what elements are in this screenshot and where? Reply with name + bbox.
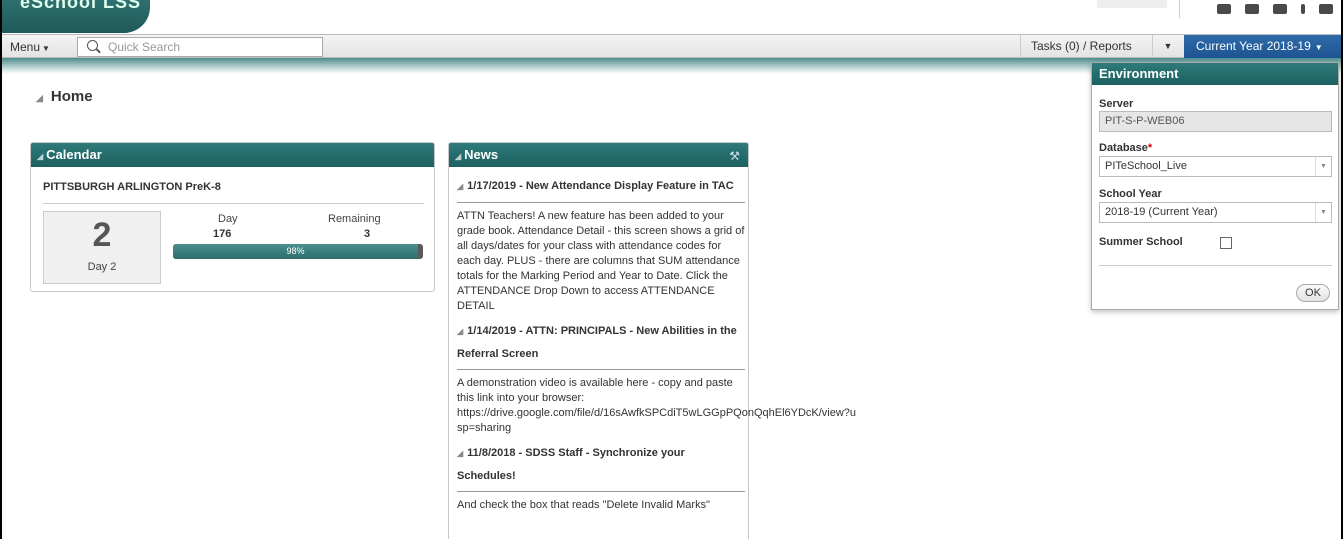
calendar-widget: ◢ Calendar PITTSBURGH ARLINGTON PreK-8 2 … — [30, 142, 435, 292]
collapse-icon: ◢ — [37, 152, 44, 161]
year-selector-button[interactable]: Current Year 2018-19 ▼ — [1184, 35, 1341, 58]
dropdown-arrow-icon: ▼ — [1315, 203, 1331, 222]
remaining-label: Remaining — [328, 213, 381, 225]
help-icon[interactable] — [1301, 4, 1305, 14]
divider — [457, 202, 745, 203]
database-label: Database* — [1099, 142, 1153, 154]
mail-icon[interactable] — [1217, 4, 1231, 14]
database-select[interactable]: PITeSchool_Live ▼ — [1099, 156, 1332, 177]
quick-search[interactable] — [77, 37, 323, 57]
news-item-body: A demonstration video is available here … — [457, 376, 856, 436]
widget-header[interactable]: ◢ Calendar — [31, 143, 434, 167]
divider — [1179, 0, 1180, 18]
day-caption: Day 2 — [87, 261, 117, 273]
wrench-icon[interactable]: ⚒ — [729, 149, 740, 163]
ok-button[interactable]: OK — [1296, 284, 1330, 302]
server-label: Server — [1099, 98, 1134, 110]
page-title[interactable]: ◢ Home — [36, 88, 93, 105]
news-item-body: And check the box that reads "Delete Inv… — [457, 499, 710, 511]
collapse-icon: ◢ — [457, 327, 464, 336]
divider — [457, 491, 745, 492]
progress-fill: 98% — [173, 244, 418, 259]
server-field: PIT-S-P-WEB06 — [1099, 111, 1332, 132]
day-number: 2 — [92, 216, 112, 254]
news-widget: ◢ News ⚒ ◢ 1/17/2019 - New Attendance Disp… — [448, 142, 856, 539]
tasks-reports-button[interactable]: Tasks (0) / Reports — [1020, 35, 1150, 58]
print-icon[interactable] — [1273, 4, 1287, 14]
summer-school-label: Summer School — [1099, 236, 1183, 248]
dropdown-arrow-icon: ▼ — [1315, 157, 1331, 176]
summer-school-checkbox[interactable] — [1220, 237, 1232, 249]
divider — [43, 203, 424, 204]
news-list: ◢ 1/17/2019 - New Attendance Display Feat… — [457, 175, 856, 513]
app-logo[interactable]: eSchool LSS — [2, 0, 150, 33]
toolbar: Menu▼ Tasks (0) / Reports ▼ Current Year… — [2, 34, 1341, 58]
news-item-title[interactable]: ◢ 11/8/2018 - SDSS Staff - Synchronize yo… — [457, 442, 745, 487]
school-name: PITTSBURGH ARLINGTON PreK-8 — [43, 181, 221, 193]
caret-down-icon: ▼ — [42, 44, 50, 53]
environment-panel: Environment Server PIT-S-P-WEB06 Databas… — [1091, 62, 1339, 310]
day-tile: 2 Day 2 — [43, 211, 161, 284]
widget-header[interactable]: ◢ News — [449, 143, 748, 167]
panel-header: Environment — [1092, 63, 1338, 85]
collapse-icon: ◢ — [457, 182, 464, 191]
settings-icon[interactable] — [1319, 4, 1333, 14]
remaining-value: 3 — [364, 228, 371, 240]
divider — [457, 369, 745, 370]
collapse-icon: ◢ — [455, 152, 462, 161]
search-icon — [87, 40, 98, 51]
collapse-icon: ◢ — [457, 449, 464, 458]
collapse-icon: ◢ — [36, 93, 43, 103]
news-item-body: ATTN Teachers! A new feature has been ad… — [457, 210, 745, 312]
day-value: 176 — [213, 228, 232, 240]
top-icons — [1217, 2, 1333, 16]
school-year-select[interactable]: 2018-19 (Current Year) ▼ — [1099, 202, 1332, 223]
tasks-dropdown-icon[interactable]: ▼ — [1152, 35, 1183, 58]
news-item-title[interactable]: ◢ 1/17/2019 - New Attendance Display Feat… — [457, 175, 745, 198]
caret-down-icon: ▼ — [1314, 43, 1323, 52]
top-banner: eSchool LSS — [2, 0, 1341, 34]
news-item-title[interactable]: ◢ 1/14/2019 - ATTN: PRINCIPALS - New Abil… — [457, 320, 745, 365]
day-label: Day — [218, 213, 238, 225]
year-progress-bar: 98% — [173, 244, 423, 259]
news-link[interactable]: https://drive.google.com/file/d/16sAwfkS… — [457, 406, 859, 436]
search-input[interactable] — [108, 39, 318, 55]
star-icon[interactable] — [1245, 4, 1259, 14]
user-info — [1097, 0, 1167, 8]
menu-button[interactable]: Menu ▼ — [6, 38, 54, 56]
divider — [1099, 265, 1332, 266]
school-year-label: School Year — [1099, 188, 1162, 200]
app-window: eSchool LSS Menu▼ Tasks (0) / Reports ▼ … — [0, 0, 1343, 539]
